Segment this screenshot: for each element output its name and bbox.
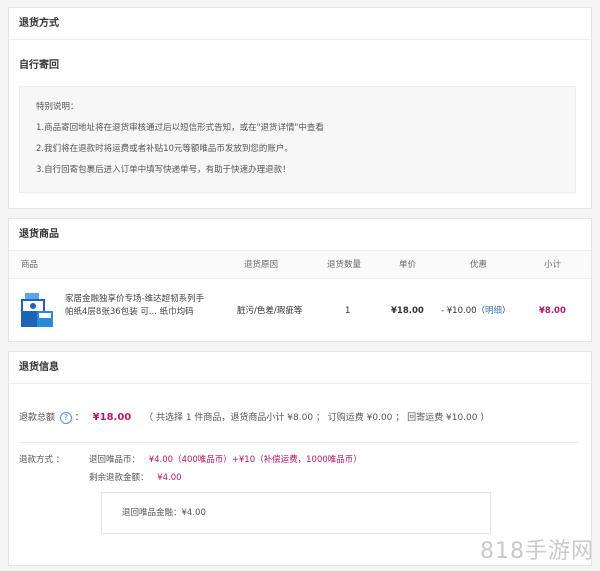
discount-cell: - ¥10.00（明细） <box>441 306 511 316</box>
remain-refund-label: 剩余退款金额： <box>89 473 149 483</box>
subtotal: ¥8.00 <box>539 306 566 316</box>
vip-finance-box: 退回唯品金融：¥4.00 <box>101 492 491 534</box>
divider <box>19 442 579 443</box>
vip-coin-label: 退回唯品币： <box>89 455 141 465</box>
unit-price: ¥18.00 <box>391 306 424 316</box>
refund-method-label-row: 退款方式 ： <box>19 452 64 468</box>
col-reason: 退货原因 <box>244 260 279 270</box>
refund-method-label: 退款方式 ： <box>19 455 65 465</box>
refund-total-detail: （ 共选择 1 件商品，退货商品小计 ¥8.00 ； 订购运费 ¥0.00 ； … <box>144 413 490 423</box>
vip-coin-row: 退回唯品币： ¥4.00（400唯品币）+¥10（补偿运费，1000唯品币） <box>89 452 362 468</box>
vip-coin-value: ¥4.00（400唯品币）+¥10（补偿运费，1000唯品币） <box>148 455 362 465</box>
return-qty: 1 <box>345 306 351 316</box>
col-qty: 退货数量 <box>327 260 362 270</box>
col-price: 单价 <box>399 260 417 270</box>
notice-item-3: 3.自行回寄包裹后进入订单中填写快递单号，有助于快速办理退款！ <box>36 165 291 175</box>
table-row: 家居金融独享价专场-维达超韧系列手帕纸4层8张36包装 可... 纸巾均码 脏污… <box>9 283 591 339</box>
notice-box: 特别说明： 1.商品寄回地址将在退货审核通过后以短信形式告知，或在"退货详情"中… <box>19 86 576 193</box>
discount-value: - ¥10.00 <box>441 306 477 316</box>
help-icon[interactable]: ? <box>59 411 72 424</box>
notice-title: 特别说明： <box>36 102 79 112</box>
col-discount: 优惠 <box>470 260 488 270</box>
vip-finance-value: ¥4.00 <box>181 508 206 518</box>
notice-item-2: 2.我们将在退款时将运费或者补贴10元等额唯品币发放到您的账户。 <box>36 144 293 154</box>
col-product: 商品 <box>21 260 39 270</box>
return-info-title: 退货信息 <box>9 352 591 384</box>
watermark-logo: 818手游网 <box>480 539 594 564</box>
remain-refund-value: ¥4.00 <box>157 473 182 483</box>
goods-table-header: 商品 退货原因 退货数量 单价 优惠 小计 <box>9 251 591 279</box>
refund-total-row: 退款总额 ? ： ¥18.00 （ 共选择 1 件商品，退货商品小计 ¥8.00… <box>19 411 490 424</box>
col-subtotal: 小计 <box>544 260 562 270</box>
self-return-title: 自行寄回 <box>19 60 59 71</box>
remain-refund-row: 剩余退款金额： ¥4.00 <box>89 470 182 486</box>
return-method-section: 退货方式 自行寄回 特别说明： 1.商品寄回地址将在退货审核通过后以短信形式告知… <box>8 7 592 209</box>
return-method-title: 退货方式 <box>9 8 591 40</box>
refund-total-label: 退款总额 <box>19 413 56 423</box>
return-goods-title: 退货商品 <box>9 219 591 251</box>
vip-finance-label: 退回唯品金融： <box>122 508 182 518</box>
refund-total-value: ¥18.00 <box>92 412 132 423</box>
discount-detail-link[interactable]: 明细 <box>485 306 502 316</box>
return-goods-section: 退货商品 商品 退货原因 退货数量 单价 优惠 小计 家居金融独享价专场-维达超… <box>8 218 592 342</box>
return-reason: 脏污/色差/瑕疵等 <box>237 306 303 316</box>
notice-item-1: 1.商品寄回地址将在退货审核通过后以短信形式告知，或在"退货详情"中查看 <box>36 123 324 133</box>
product-image[interactable] <box>19 291 55 331</box>
product-name[interactable]: 家居金融独享价专场-维达超韧系列手帕纸4层8张36包装 可... 纸巾均码 <box>65 293 205 319</box>
